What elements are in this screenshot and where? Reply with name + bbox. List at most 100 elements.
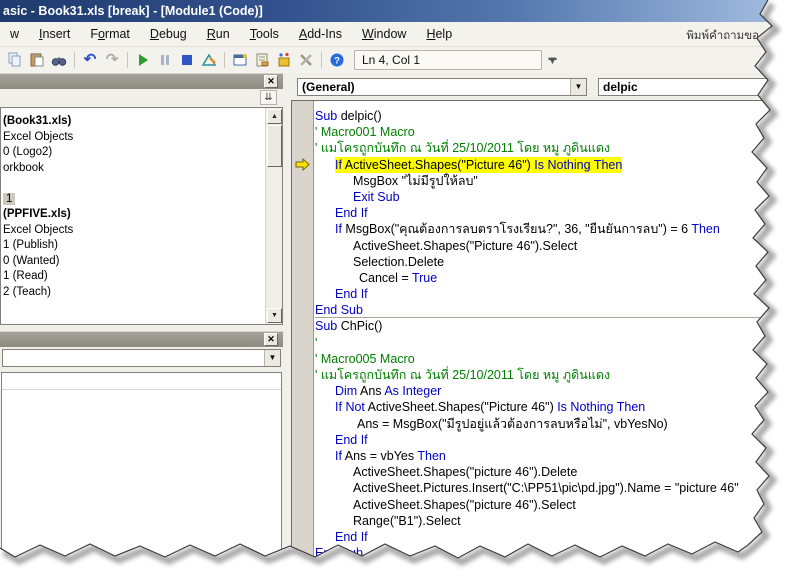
close-icon[interactable]: ✕ bbox=[264, 75, 278, 88]
menu-item-format[interactable]: Format bbox=[80, 25, 140, 43]
project-explorer-icon[interactable] bbox=[229, 50, 251, 70]
line-column-indicator: Ln 4, Col 1 bbox=[354, 50, 542, 70]
project-tree-item[interactable]: Excel Objects bbox=[3, 130, 264, 146]
project-tree[interactable]: (Book31.xls)Excel Objects0 (Logo2)orkboo… bbox=[0, 107, 283, 325]
project-tree-item[interactable]: 0 (Wanted) bbox=[3, 254, 264, 270]
type-question-help-box[interactable]: พิมพ์คำถามขอ bbox=[686, 27, 759, 45]
toolbar-separator bbox=[224, 52, 225, 68]
menu-item-tools[interactable]: Tools bbox=[240, 25, 289, 43]
code-line: MsgBox "ไม่มีรูปให้ลบ" bbox=[315, 173, 793, 189]
project-tree-item[interactable]: (PPFIVE.xls) bbox=[3, 207, 264, 223]
menu-item-add-ins[interactable]: Add-Ins bbox=[289, 25, 352, 43]
project-tree-item[interactable]: 1 bbox=[3, 192, 264, 208]
properties-object-combo[interactable]: ▼ bbox=[2, 349, 281, 367]
toolbox-icon[interactable] bbox=[295, 50, 317, 70]
code-line: Exit Sub bbox=[315, 189, 793, 205]
svg-text:?: ? bbox=[334, 56, 340, 67]
scrollbar-thumb[interactable] bbox=[267, 125, 282, 167]
code-margin-gutter bbox=[292, 101, 314, 572]
menu-items: wInsertFormatDebugRunToolsAdd-InsWindowH… bbox=[0, 22, 793, 46]
project-tree-item[interactable]: orkbook bbox=[3, 161, 264, 177]
code-line: ' Macro005 Macro bbox=[315, 351, 793, 367]
undo-icon[interactable]: ↶ bbox=[79, 50, 101, 70]
object-combo-value: (General) bbox=[298, 79, 569, 95]
break-icon[interactable] bbox=[154, 50, 176, 70]
chevron-down-icon[interactable]: ▼ bbox=[264, 350, 280, 366]
code-line: ActiveSheet.Shapes("picture 46").Delete bbox=[315, 464, 793, 480]
object-browser-icon[interactable] bbox=[273, 50, 295, 70]
code-line: If ActiveSheet.Shapes("Picture 46") Is N… bbox=[315, 157, 793, 173]
project-tree-scrollbar[interactable]: ▲ ▼ bbox=[265, 108, 282, 324]
object-combo[interactable]: (General) ▼ bbox=[297, 78, 587, 96]
code-line: If Not ActiveSheet.Shapes("Picture 46") … bbox=[315, 399, 793, 415]
code-line: If MsgBox("คุณต้องการลบตราโรงเรียน?", 36… bbox=[315, 221, 793, 237]
project-tree-rows: (Book31.xls)Excel Objects0 (Logo2)orkboo… bbox=[3, 114, 264, 300]
code-lines: Sub delpic()' Macro001 Macro' แมโครถูกบั… bbox=[315, 108, 793, 561]
code-line: Range("B1").Select bbox=[315, 513, 793, 529]
code-line: End If bbox=[315, 286, 793, 302]
project-tree-item[interactable] bbox=[3, 176, 264, 192]
menu-bar: wInsertFormatDebugRunToolsAdd-InsWindowH… bbox=[0, 22, 793, 47]
scroll-down-icon[interactable]: ▼ bbox=[267, 308, 282, 323]
copy-icon[interactable] bbox=[4, 50, 26, 70]
code-editor[interactable]: Sub delpic()' Macro001 Macro' แมโครถูกบั… bbox=[291, 100, 793, 572]
code-line: Sub delpic() bbox=[315, 108, 793, 124]
properties-grid-line bbox=[2, 373, 281, 390]
project-tree-item[interactable]: 2 (Teach) bbox=[3, 285, 264, 301]
panel-splitter-vertical[interactable] bbox=[283, 73, 291, 572]
chevron-down-icon[interactable]: ▼ bbox=[570, 79, 586, 95]
toolbar-separator bbox=[321, 52, 322, 68]
code-line: If Ans = vbYes Then bbox=[315, 448, 793, 464]
find-icon[interactable] bbox=[48, 50, 70, 70]
code-line: ' bbox=[315, 335, 793, 351]
project-tree-item[interactable]: (Book31.xls) bbox=[3, 114, 264, 130]
menu-item-window[interactable]: Window bbox=[352, 25, 416, 43]
menu-item-w[interactable]: w bbox=[0, 25, 29, 43]
vba-editor-window: asic - Book31.xls [break] - [Module1 (Co… bbox=[0, 0, 793, 572]
toolbar-options-chevron-icon[interactable]: ▬▼ bbox=[546, 51, 559, 69]
menu-item-run[interactable]: Run bbox=[197, 25, 240, 43]
workspace: ✕ ⇊ (Book31.xls)Excel Objects0 (Logo2)or… bbox=[0, 73, 793, 572]
properties-window-icon[interactable] bbox=[251, 50, 273, 70]
project-tree-item[interactable]: 1 (Read) bbox=[3, 269, 264, 285]
title-bar: asic - Book31.xls [break] - [Module1 (Co… bbox=[0, 0, 793, 22]
properties-caption: ✕ bbox=[0, 331, 283, 347]
panel-options-chevron-icon[interactable]: ⇊ bbox=[260, 90, 277, 105]
procedure-combo[interactable]: delpic bbox=[598, 78, 783, 96]
project-explorer-panel: ✕ ⇊ (Book31.xls)Excel Objects0 (Logo2)or… bbox=[0, 73, 283, 325]
code-window: (General) ▼ delpic Sub delpic()' Macro00… bbox=[291, 73, 793, 572]
window-title: asic - Book31.xls [break] - [Module1 (Co… bbox=[3, 4, 263, 18]
project-tree-item[interactable]: 1 (Publish) bbox=[3, 238, 264, 254]
code-line: End If bbox=[315, 205, 793, 221]
code-line: Ans = MsgBox("มีรูปอยู่แล้วต้องการลบหรือ… bbox=[315, 416, 793, 432]
code-line: Sub ChPic() bbox=[315, 318, 793, 334]
paste-icon[interactable] bbox=[26, 50, 48, 70]
execution-point-arrow-icon bbox=[295, 158, 310, 171]
project-tree-item[interactable]: Excel Objects bbox=[3, 223, 264, 239]
toolbar-separator bbox=[74, 52, 75, 68]
run-icon[interactable] bbox=[132, 50, 154, 70]
project-tree-item[interactable]: 0 (Logo2) bbox=[3, 145, 264, 161]
code-line: End Sub bbox=[315, 545, 793, 561]
properties-object-combo-row: ▼ bbox=[0, 347, 283, 369]
menu-item-help[interactable]: Help bbox=[416, 25, 462, 43]
code-line: Dim Ans As Integer bbox=[315, 383, 793, 399]
redo-icon[interactable]: ↷ bbox=[101, 50, 123, 70]
project-explorer-caption: ✕ bbox=[0, 73, 283, 89]
procedure-combo-value: delpic bbox=[599, 79, 765, 95]
scroll-up-icon[interactable]: ▲ bbox=[267, 109, 282, 124]
code-line: Cancel = True bbox=[315, 270, 793, 286]
menu-item-debug[interactable]: Debug bbox=[140, 25, 197, 43]
design-mode-icon[interactable] bbox=[198, 50, 220, 70]
code-line: ' Macro001 Macro bbox=[315, 124, 793, 140]
code-line: ActiveSheet.Shapes("Picture 46").Select bbox=[315, 238, 793, 254]
close-icon[interactable]: ✕ bbox=[264, 333, 278, 346]
reset-icon[interactable] bbox=[176, 50, 198, 70]
standard-toolbar: ↶ ↷ ? Ln 4, Col 1 ▬▼ bbox=[0, 47, 793, 73]
help-icon[interactable]: ? bbox=[326, 50, 348, 70]
menu-item-insert[interactable]: Insert bbox=[29, 25, 80, 43]
project-explorer-toolbar: ⇊ bbox=[0, 89, 283, 107]
code-line: End Sub bbox=[315, 302, 793, 318]
code-line: ActiveSheet.Pictures.Insert("C:\PP51\pic… bbox=[315, 480, 793, 496]
properties-panel: ✕ ▼ rized bbox=[0, 331, 283, 572]
